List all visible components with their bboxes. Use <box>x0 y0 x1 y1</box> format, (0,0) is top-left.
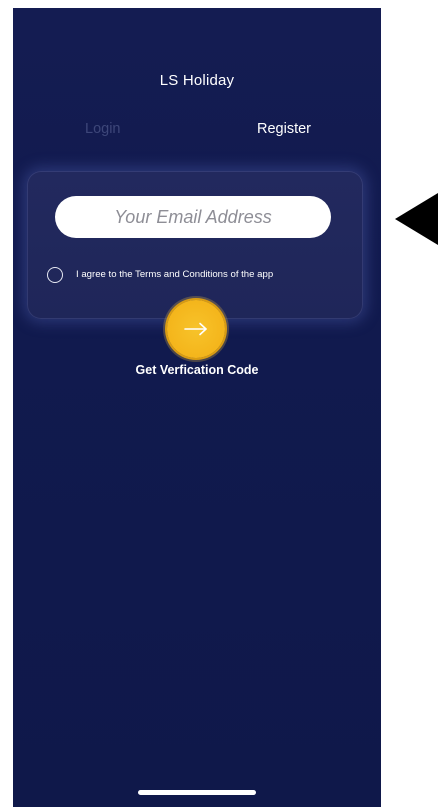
tab-register[interactable]: Register <box>257 121 311 137</box>
terms-agree-label[interactable]: I agree to the Terms and Conditions of t… <box>76 269 273 280</box>
register-form-card <box>27 171 363 319</box>
tab-login[interactable]: Login <box>85 121 120 137</box>
phone-screen: LS Holiday Login Register I agree to the… <box>13 8 381 807</box>
app-title: LS Holiday <box>159 72 235 89</box>
get-code-button[interactable] <box>167 300 225 358</box>
pointer-arrow-icon <box>395 193 438 245</box>
arrow-right-icon <box>184 322 207 336</box>
page: LS Holiday Login Register I agree to the… <box>0 0 438 807</box>
email-input[interactable] <box>55 196 331 238</box>
terms-agree-radio[interactable] <box>47 267 63 283</box>
home-indicator[interactable] <box>138 790 256 795</box>
get-code-label: Get Verfication Code <box>135 363 259 377</box>
